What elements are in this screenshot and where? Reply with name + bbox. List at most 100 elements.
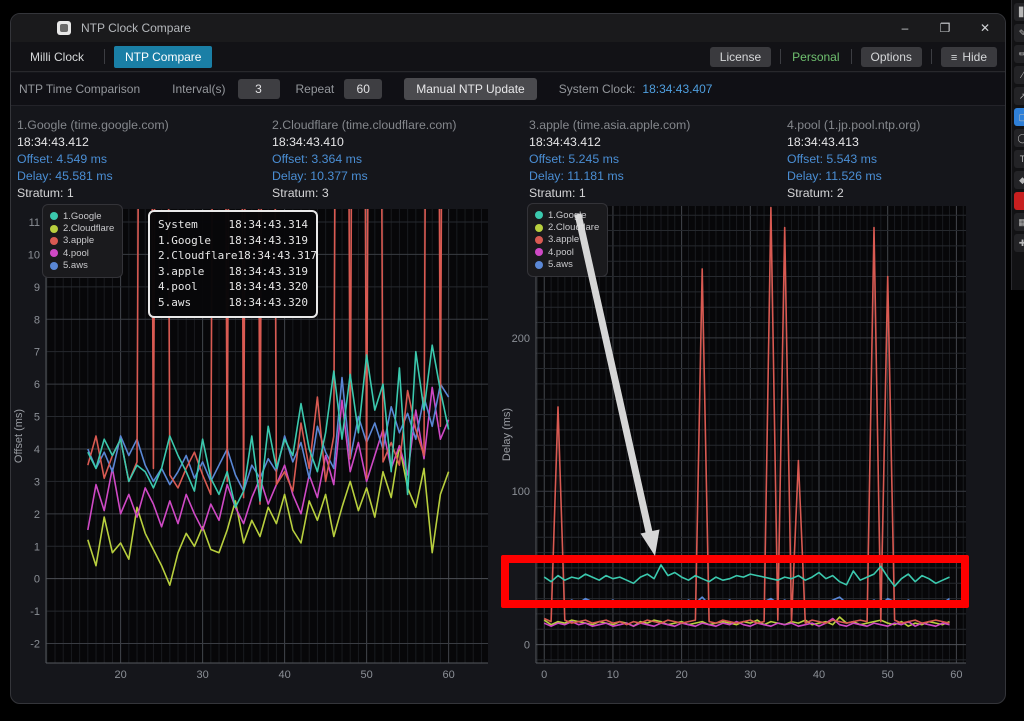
tooltip-time: 18:34:43.320 bbox=[229, 295, 308, 311]
system-clock-label: System Clock: bbox=[559, 82, 636, 96]
server-time: 18:34:43.410 bbox=[272, 134, 457, 151]
license-button[interactable]: License bbox=[710, 47, 771, 67]
manual-ntp-update-button[interactable]: Manual NTP Update bbox=[404, 78, 537, 100]
x-tick-label: 30 bbox=[197, 669, 209, 681]
edge-tool-4[interactable]: ∕ bbox=[1014, 66, 1024, 84]
x-tick-label: 30 bbox=[744, 669, 756, 681]
edge-tool-9[interactable]: ◆ bbox=[1014, 171, 1024, 189]
desktop: NTP Clock Compare – ❐ ✕ Milli Clock NTP … bbox=[0, 0, 1024, 721]
edge-tool-2[interactable]: ✎ bbox=[1014, 24, 1024, 42]
legend-label: 5.aws bbox=[548, 259, 573, 270]
server-stratum: Stratum: 1 bbox=[17, 185, 169, 202]
legend-item[interactable]: 1.Google bbox=[535, 209, 599, 221]
legend-item[interactable]: 2.Cloudflare bbox=[50, 222, 114, 234]
edge-tool-8[interactable]: T bbox=[1014, 150, 1024, 168]
tab-ntp-compare[interactable]: NTP Compare bbox=[114, 46, 212, 68]
legend-item[interactable]: 3.apple bbox=[50, 235, 114, 247]
legend-label: 1.Google bbox=[548, 210, 587, 221]
server-offset: Offset: 5.543 ms bbox=[787, 151, 920, 168]
divider bbox=[780, 49, 781, 64]
personal-label[interactable]: Personal bbox=[790, 50, 841, 64]
y-tick-label: 0 bbox=[524, 640, 530, 652]
x-tick-label: 40 bbox=[279, 669, 291, 681]
legend-item[interactable]: 2.Cloudflare bbox=[535, 221, 599, 233]
legend-color-dot bbox=[50, 249, 58, 257]
x-tick-label: 0 bbox=[541, 669, 547, 681]
legend-item[interactable]: 3.apple bbox=[535, 234, 599, 246]
hide-button[interactable]: ≡Hide bbox=[941, 47, 997, 67]
x-tick-label: 10 bbox=[607, 669, 619, 681]
close-button[interactable]: ✕ bbox=[965, 14, 1005, 42]
tooltip-source: 1.Google bbox=[158, 233, 211, 249]
tooltip-source: 4.pool bbox=[158, 279, 198, 295]
tab-milli-clock[interactable]: Milli Clock bbox=[19, 46, 95, 68]
server-info-row: 1.Google (time.google.com) 18:34:43.412 … bbox=[11, 110, 1005, 205]
edge-tool-1[interactable]: ▋ bbox=[1014, 3, 1024, 21]
edge-annotation-toolbar: ▋ ✎ ✏ ∕ ↗ ▢ ◯ T ◆ ▦ ✚ bbox=[1011, 0, 1024, 290]
y-tick-label: 200 bbox=[512, 333, 530, 345]
x-tick-label: 50 bbox=[882, 669, 894, 681]
legend-item[interactable]: 4.pool bbox=[50, 247, 114, 259]
tooltip-time: 18:34:43.317 bbox=[237, 248, 316, 264]
y-tick-label: 8 bbox=[34, 314, 40, 326]
ntp-toolbar: NTP Time Comparison Interval(s) 3 Repeat… bbox=[11, 73, 1005, 106]
tooltip-source: 5.aws bbox=[158, 295, 191, 311]
server-stratum: Stratum: 1 bbox=[529, 185, 690, 202]
y-axis-title: Delay (ms) bbox=[501, 408, 513, 461]
y-tick-label: 11 bbox=[29, 217, 40, 229]
edge-tool-11[interactable]: ▦ bbox=[1014, 213, 1024, 231]
maximize-button[interactable]: ❐ bbox=[925, 14, 965, 42]
y-tick-label: 6 bbox=[34, 379, 40, 391]
legend-color-dot bbox=[535, 261, 543, 269]
legend-color-dot bbox=[50, 237, 58, 245]
edge-tool-6[interactable]: ▢ bbox=[1014, 108, 1024, 126]
x-tick-label: 50 bbox=[361, 669, 373, 681]
edge-tool-7[interactable]: ◯ bbox=[1014, 129, 1024, 147]
legend-color-dot bbox=[535, 224, 543, 232]
server-delay: Delay: 45.581 ms bbox=[17, 168, 169, 185]
repeat-label: Repeat bbox=[296, 82, 335, 96]
legend-item[interactable]: 4.pool bbox=[535, 246, 599, 258]
options-button[interactable]: Options bbox=[861, 47, 922, 67]
interval-input[interactable]: 3 bbox=[238, 79, 280, 99]
tooltip-source: 3.apple bbox=[158, 264, 204, 280]
legend-label: 3.apple bbox=[63, 235, 94, 246]
section-title: NTP Time Comparison bbox=[19, 82, 140, 96]
legend-color-dot bbox=[535, 248, 543, 256]
edge-tool-10[interactable] bbox=[1014, 192, 1024, 210]
server-card-pool: 4.pool (1.jp.pool.ntp.org) 18:34:43.413 … bbox=[787, 117, 920, 202]
y-tick-label: 9 bbox=[34, 282, 40, 294]
minimize-button[interactable]: – bbox=[885, 14, 925, 42]
tooltip-source: System bbox=[158, 217, 198, 233]
y-tick-label: -2 bbox=[30, 639, 40, 651]
server-name: 4.pool (1.jp.pool.ntp.org) bbox=[787, 117, 920, 134]
legend-color-dot bbox=[50, 225, 58, 233]
server-card-apple: 3.apple (time.asia.apple.com) 18:34:43.4… bbox=[529, 117, 690, 202]
system-clock-value: 18:34:43.407 bbox=[642, 82, 712, 96]
offset-chart-legend: 1.Google2.Cloudflare3.apple4.pool5.aws bbox=[42, 204, 123, 278]
legend-item[interactable]: 5.aws bbox=[50, 260, 114, 272]
repeat-input[interactable]: 60 bbox=[344, 79, 382, 99]
y-tick-label: 3 bbox=[34, 476, 40, 488]
legend-label: 4.pool bbox=[548, 247, 574, 258]
server-time: 18:34:43.412 bbox=[17, 134, 169, 151]
y-tick-label: 4 bbox=[34, 444, 40, 456]
edge-tool-12[interactable]: ✚ bbox=[1014, 234, 1024, 252]
y-tick-label: 0 bbox=[34, 574, 40, 586]
server-delay: Delay: 11.181 ms bbox=[529, 168, 690, 185]
legend-label: 3.apple bbox=[548, 234, 579, 245]
legend-label: 5.aws bbox=[63, 260, 88, 271]
y-tick-label: -1 bbox=[30, 606, 40, 618]
legend-item[interactable]: 5.aws bbox=[535, 259, 599, 271]
server-offset: Offset: 5.245 ms bbox=[529, 151, 690, 168]
tooltip-time: 18:34:43.320 bbox=[229, 279, 308, 295]
edge-tool-3[interactable]: ✏ bbox=[1014, 45, 1024, 63]
app-icon bbox=[57, 21, 71, 35]
tooltip-time: 18:34:43.319 bbox=[229, 233, 308, 249]
server-time: 18:34:43.412 bbox=[529, 134, 690, 151]
legend-label: 2.Cloudflare bbox=[548, 222, 599, 233]
edge-tool-5[interactable]: ↗ bbox=[1014, 87, 1024, 105]
legend-label: 2.Cloudflare bbox=[63, 223, 114, 234]
x-tick-label: 20 bbox=[114, 669, 126, 681]
legend-item[interactable]: 1.Google bbox=[50, 210, 114, 222]
